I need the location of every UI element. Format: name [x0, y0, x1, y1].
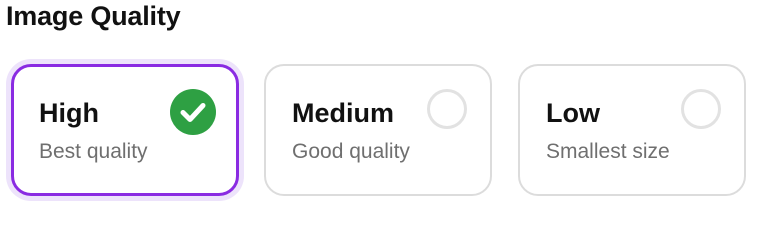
quality-option-high[interactable]: High Best quality	[11, 64, 239, 196]
option-description: Good quality	[292, 140, 410, 163]
quality-option-medium[interactable]: Medium Good quality	[264, 64, 492, 196]
option-label: Medium	[292, 98, 395, 128]
option-description: Best quality	[39, 140, 148, 163]
section-title: Image Quality	[6, 1, 181, 31]
option-description: Smallest size	[546, 140, 670, 163]
option-label: High	[39, 98, 99, 128]
option-label: Low	[546, 98, 600, 128]
radio-empty-icon	[681, 89, 721, 129]
quality-option-low[interactable]: Low Smallest size	[518, 64, 746, 196]
check-circle-icon	[170, 89, 216, 135]
radio-empty-icon	[427, 89, 467, 129]
